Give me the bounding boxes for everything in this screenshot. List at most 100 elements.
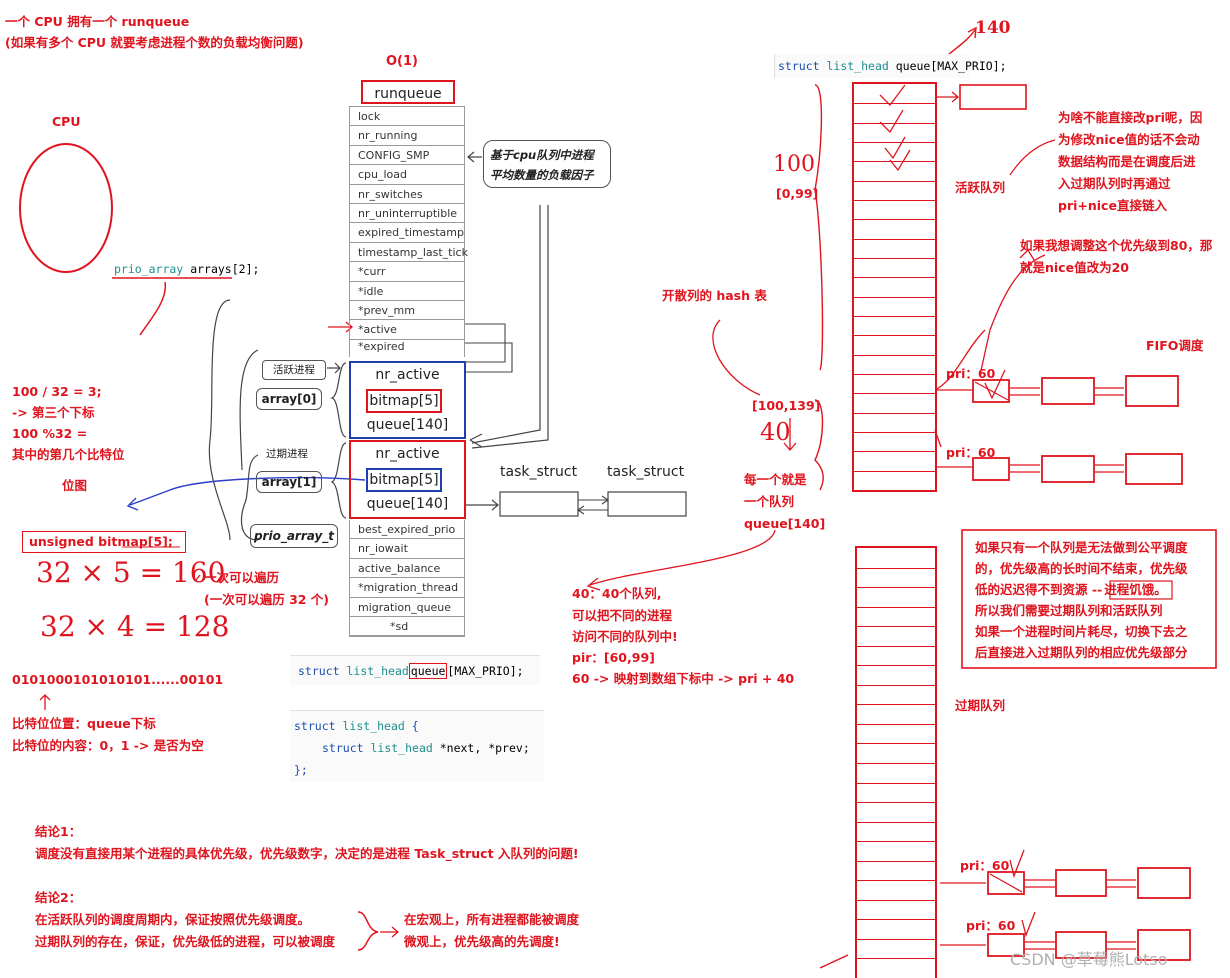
runqueue-fields-bottom: best_expired_prio nr_iowait active_balan… xyxy=(349,520,465,638)
macro-line2: 微观上，优先级高的先调度! xyxy=(404,934,560,949)
field-expired-timestamp: expired_timestamp xyxy=(350,223,464,243)
array1-label: array[1] xyxy=(256,471,322,493)
queue-slot xyxy=(857,958,935,960)
queue-slot xyxy=(857,880,935,882)
range-100-139: [100,139] xyxy=(752,398,821,413)
fairness-line5: 如果一个进程时间片耗尽，切换下去之 xyxy=(975,624,1188,639)
queue-slot xyxy=(854,470,935,472)
n40-line4: pir：[60,99] xyxy=(572,650,655,665)
field-active-balance: active_balance xyxy=(350,559,464,579)
array0-nr-active: nr_active xyxy=(375,367,440,383)
array1-queue: queue[140] xyxy=(366,496,449,512)
pri60-expired-2: pri：60 xyxy=(966,918,1016,933)
queue-slot xyxy=(857,802,935,804)
bitpos-line1: 比特位位置：queue下标 xyxy=(12,716,156,731)
conclusion2-title: 结论2： xyxy=(35,890,82,905)
queue-slot xyxy=(854,180,935,182)
active-queue-array xyxy=(852,82,937,492)
queue-slot xyxy=(854,161,935,163)
hand-100: 100 xyxy=(773,152,815,177)
cpu-label: CPU xyxy=(52,114,81,129)
runqueue-title: runqueue xyxy=(361,80,455,104)
array0-label: array[0] xyxy=(256,388,322,410)
title-line1: 一个 CPU 拥有一个 runqueue xyxy=(5,14,190,29)
active-tag: 活跃进程 xyxy=(262,360,326,380)
runqueue-fields-top: lock nr_running CONFIG_SMP cpu_load nr_s… xyxy=(349,106,468,357)
queue-slot xyxy=(857,567,935,569)
queue-slot xyxy=(854,393,935,395)
field-expired: *expired xyxy=(358,339,405,353)
queue-slot xyxy=(854,354,935,356)
fairness-line4: 所以我们需要过期队列和活跃队列 xyxy=(975,603,1163,618)
queue-slot xyxy=(854,103,935,105)
field-nr-uninterruptible: nr_uninterruptible xyxy=(350,204,464,224)
queue-slot xyxy=(854,219,935,221)
field-best-expired-prio: best_expired_prio xyxy=(350,520,464,540)
queue-slot xyxy=(857,860,935,862)
macro-line1: 在宏观上，所有进程都能被调度 xyxy=(404,912,580,927)
queue-slot xyxy=(857,938,935,940)
field-curr: *curr xyxy=(350,262,464,282)
fairness-line3: 低的迟迟得不到资源 -- xyxy=(975,582,1103,597)
top-queue-decl-code: struct list_head queue[MAX_PRIO]; xyxy=(774,54,1007,78)
expired-queue-array xyxy=(855,546,937,978)
prio-array-index: [2]; xyxy=(231,262,260,276)
list-head-struct-code: struct list_head { struct list_head *nex… xyxy=(290,710,544,782)
queue-slot xyxy=(854,412,935,414)
fairness-box: 如果只有一个队列是无法做到公平调度 的，优先级高的长时间不结束，优先级 低的迟迟… xyxy=(975,538,1211,662)
field-active: *active xyxy=(350,320,464,340)
why-line3: 数据结构而是在调度后进 xyxy=(1058,154,1196,169)
queue-slot xyxy=(854,296,935,298)
field-lock: lock xyxy=(350,107,464,127)
queue-slot xyxy=(854,432,935,433)
array0-queue: queue[140] xyxy=(366,417,449,433)
each-queue-line1: 每一个就是 xyxy=(744,472,807,487)
queue-slot xyxy=(857,782,935,784)
n40-line5: 60 -> 映射到数组下标中 -> pri + 40 xyxy=(572,671,795,686)
queue-slot xyxy=(857,645,935,647)
bitmap-label: 位图 xyxy=(62,478,88,493)
pri60-active-2: pri：60 xyxy=(946,445,996,460)
queue-slot xyxy=(854,451,935,453)
field-config-smp: CONFIG_SMP xyxy=(350,146,464,166)
hand-40: 40 xyxy=(760,418,791,446)
bitpos-line2: 比特位的内容：0，1 -> 是否为空 xyxy=(12,738,204,753)
fairness-line1: 如果只有一个队列是无法做到公平调度 xyxy=(975,540,1188,555)
field-sd: *sd xyxy=(350,617,464,637)
field-prev-mm: *prev_mm xyxy=(350,301,464,321)
hand-32x5: 32 × 5 = 160 xyxy=(36,556,226,589)
why-line2: 为修改nice值的话不会动 xyxy=(1058,132,1200,147)
array1-bitmap: bitmap[5] xyxy=(366,468,442,492)
title-line2: (如果有多个 CPU 就要考虑进程个数的负载均衡问题) xyxy=(5,35,304,50)
each-queue-line3: queue[140] xyxy=(744,516,826,531)
bitmap-decl: unsigned bitmap[5]; xyxy=(22,531,186,553)
queue-slot xyxy=(854,277,935,279)
cpu-circle xyxy=(19,143,113,273)
expired-tag: 过期进程 xyxy=(266,448,308,460)
queue-slot xyxy=(857,919,935,921)
adjust-line1: 如果我想调整这个优先级到80，那 xyxy=(1020,238,1213,253)
queue-slot xyxy=(857,587,935,589)
each-queue-line2: 一个队列 xyxy=(744,494,795,509)
conclusion2-line2: 过期队列的存在，保证，优先级低的进程，可以被调度 xyxy=(35,934,336,949)
pri60-active-1: pri：60 xyxy=(946,366,996,381)
queue-slot xyxy=(857,665,935,667)
n40-line1: 40：40个队列, xyxy=(572,586,662,601)
hand-32x4: 32 × 4 = 128 xyxy=(40,610,230,643)
adjust-line2: 就是nice值改为20 xyxy=(1020,260,1129,275)
watermark: CSDN @草莓熊Lotso xyxy=(1010,950,1168,969)
queue-slot xyxy=(854,374,935,375)
conclusion2-line1: 在活跃队列的调度周期内，保证按照优先级调度。 xyxy=(35,912,311,927)
field-idle: *idle xyxy=(350,282,464,301)
connector-layer xyxy=(19,26,1217,969)
calc-line1: 100 / 32 = 3; xyxy=(12,384,102,399)
array1-struct: nr_active bitmap[5] queue[140] xyxy=(349,440,466,519)
calc-line4: 其中的第几个比特位 xyxy=(12,447,125,462)
fairness-line2: 的，优先级高的长时间不结束，优先级 xyxy=(975,561,1188,576)
queue-slot xyxy=(857,606,935,608)
fairness-starvation: 进程饥饿。 xyxy=(1104,582,1167,597)
task-struct-box-2 xyxy=(607,491,687,517)
queue-slot xyxy=(854,258,935,259)
o1-label: O(1) xyxy=(386,54,418,69)
fifo-label: FIFO调度 xyxy=(1146,338,1204,353)
